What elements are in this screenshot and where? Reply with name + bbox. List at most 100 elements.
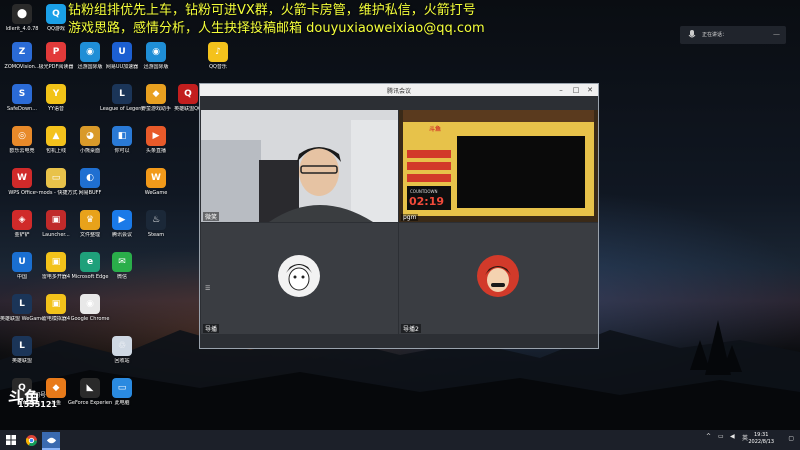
streamer-banner: 钻粉组排优先上车，钻粉可进VX群，火箭卡房管，维护私信，火箭打号 游戏思路，感情… (68, 2, 485, 37)
app-icon: ▣ (46, 210, 66, 230)
app-icon: ◆ (146, 84, 166, 104)
desktop-icon[interactable]: ♪ QQ音乐 (196, 40, 240, 82)
app-icon: ▣ (46, 294, 66, 314)
app-icon: ♪ (208, 42, 228, 62)
app-icon: ◣ (80, 378, 100, 398)
avatar (278, 255, 320, 297)
tray-chevron[interactable]: ^ (706, 433, 711, 440)
video-tile-pgm[interactable]: 斗鱼 COUNTDOWN 02:19 pgm (399, 110, 598, 222)
stream-brand: 斗鱼 (429, 126, 442, 133)
maximize-button[interactable]: □ (571, 85, 581, 95)
desktop-icon[interactable]: L 英雄联盟 (0, 334, 44, 376)
tile-name-host: 微笑 (203, 212, 220, 221)
room-number: 1535121 (18, 400, 57, 409)
desktop-icon[interactable]: Y YY语音 (34, 82, 78, 124)
countdown-label: COUNTDOWN (410, 189, 438, 194)
tile-name-director-2: 导播2 (401, 324, 421, 333)
watermark-sub: 房间号 (28, 392, 47, 399)
app-icon: ♲ (112, 336, 132, 356)
app-icon: ◈ (12, 210, 32, 230)
app-icon: ▶ (112, 210, 132, 230)
app-icon: ◕ (80, 126, 100, 146)
app-icon: ◉ (80, 42, 100, 62)
meeting-window[interactable]: 腾讯会议 – □ ✕ 微笑 斗鱼 COUNTDOWN 02:19 pgm ☰ 导… (199, 83, 599, 349)
microphone-icon (688, 30, 696, 38)
desktop-icon[interactable]: W WeGame (134, 166, 178, 208)
desktop-icon[interactable]: ◐ 网易BUFF (68, 166, 112, 208)
volume-icon[interactable]: ◀ (730, 433, 735, 440)
app-icon: ♨ (146, 210, 166, 230)
list-icon[interactable]: ☰ (205, 285, 210, 292)
app-icon: ◉ (80, 294, 100, 314)
desktop-icon[interactable]: ♨ Steam (134, 208, 178, 250)
window-title: 腾讯会议 (386, 88, 411, 95)
banner-line-1: 钻粉组排优先上车，钻粉可进VX群，火箭卡房管，维护私信，火箭打号 (68, 3, 476, 18)
desktop-icon[interactable]: ▭ 此电脑 (100, 376, 144, 418)
desktop-icon[interactable]: ◉ 迅游国际版 (134, 40, 178, 82)
video-tile-director-2[interactable]: 导播2 (399, 223, 598, 334)
desktop-icon[interactable]: ♲ 回收站 (100, 334, 144, 376)
app-icon: Y (46, 84, 66, 104)
app-icon: ▭ (46, 168, 66, 188)
desktop-icon-label: Steam (147, 232, 165, 238)
app-icon: ▣ (46, 252, 66, 272)
clock-time: 19:31 (753, 432, 769, 438)
video-tile-director[interactable]: ☰ 导播 (201, 223, 398, 334)
desktop-icon[interactable]: ▶ 头条直播 (134, 124, 178, 166)
desktop-icon-label: 此电脑 (114, 400, 130, 406)
desktop-icon-label: Google Chrome (70, 316, 110, 322)
clock-date: 2022/8/13 (748, 439, 774, 445)
window-titlebar[interactable]: 腾讯会议 – □ ✕ (200, 84, 598, 96)
app-icon: L (12, 336, 32, 356)
app-icon: S (12, 84, 32, 104)
app-icon: ◎ (12, 126, 32, 146)
notification-center-icon[interactable]: ▢ (788, 435, 794, 442)
app-icon: ◉ (146, 42, 166, 62)
tile-name-director: 导播 (203, 324, 220, 333)
app-icon: ◧ (112, 126, 132, 146)
language-indicator[interactable]: 英 (742, 433, 748, 442)
desktop-icon-label: QQ游戏 (47, 26, 65, 32)
desktop-icon[interactable]: ◉ Google Chrome (68, 292, 112, 334)
desktop-icon-label: 微信 (116, 274, 127, 280)
desktop-icon[interactable]: ✉ 微信 (100, 250, 144, 292)
taskbar-clock[interactable]: 19:31 2022/8/13 (748, 432, 774, 446)
minimize-button[interactable]: – (556, 85, 566, 95)
avatar (477, 255, 519, 297)
app-icon: ✉ (112, 252, 132, 272)
app-icon: L (112, 84, 132, 104)
banner-line-2: 游戏思路，感情分析，人生抉择投稿邮箱 douyuxiaoweixiao@qq.c… (68, 21, 485, 36)
app-icon: ▶ (146, 126, 166, 146)
desktop-icon-label: YY语音 (47, 106, 65, 112)
app-icon: U (112, 42, 132, 62)
taskbar: ^ ▭ ◀ 英 19:31 2022/8/13 ▢ (0, 430, 800, 450)
notification-close-icon[interactable]: — (773, 30, 780, 38)
app-icon: L (12, 294, 32, 314)
video-tile-host[interactable]: 微笑 (201, 110, 398, 222)
app-icon: W (146, 168, 166, 188)
app-icon: U (12, 252, 32, 272)
app-icon: Q (46, 4, 66, 24)
app-icon: W (12, 168, 32, 188)
close-button[interactable]: ✕ (585, 85, 595, 95)
countdown-timer: 02:19 (409, 195, 445, 208)
chrome-taskbar-icon[interactable] (22, 432, 40, 448)
tile-name-pgm: pgm (401, 214, 419, 221)
meeting-taskbar-icon[interactable] (42, 432, 60, 450)
network-icon[interactable]: ▭ (718, 433, 724, 440)
speaking-label: 正在讲话： (702, 32, 728, 38)
app-icon: ▭ (112, 378, 132, 398)
desktop-icon-label: 迅游国际版 (143, 64, 169, 70)
app-icon: ♛ (80, 210, 100, 230)
app-icon: ◐ (80, 168, 100, 188)
app-icon: ▲ (46, 126, 66, 146)
app-icon: Q (178, 84, 198, 104)
desktop-icon-label: WeGame (144, 190, 168, 196)
desktop-icon-label: QQ音乐 (209, 64, 227, 70)
windows-icon[interactable] (2, 432, 20, 448)
desktop-icon[interactable]: Q QQ游戏 (34, 2, 78, 44)
app-icon: Z (12, 42, 32, 62)
desktop-icon-label: 网易BUFF (78, 190, 102, 196)
app-icon: P (46, 42, 66, 62)
app-icon: ⬤ (12, 4, 32, 24)
